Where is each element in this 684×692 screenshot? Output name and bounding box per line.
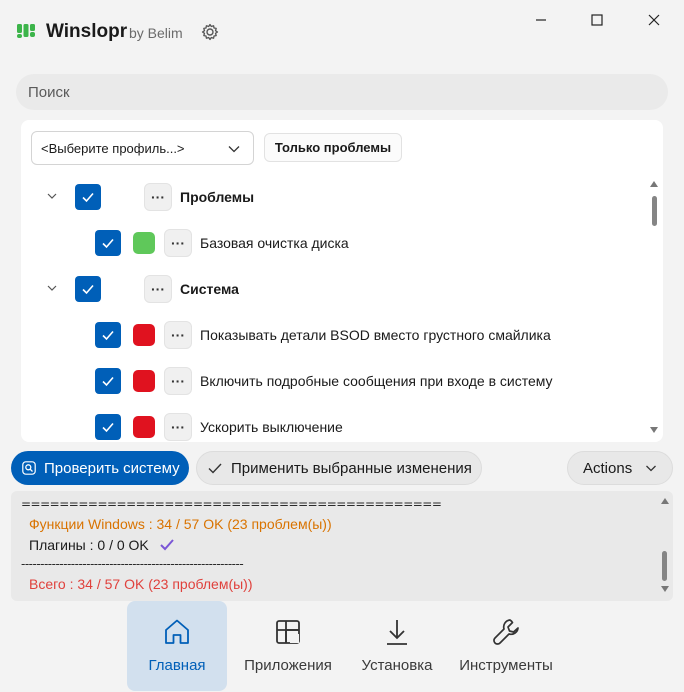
log-scrollbar[interactable] [660, 495, 670, 595]
tree-group-row[interactable]: ··· Система [21, 269, 651, 309]
scroll-down-icon[interactable] [660, 585, 670, 593]
tree-item-row[interactable]: ··· Включить подробные сообщения при вхо… [21, 361, 651, 401]
log-separator: ========================================… [21, 497, 442, 511]
item-checkbox[interactable] [95, 368, 121, 394]
search-placeholder: Поиск [28, 83, 70, 101]
more-button[interactable]: ··· [164, 413, 192, 441]
checkmark-icon [82, 284, 94, 295]
checkmark-icon [102, 376, 114, 387]
more-button[interactable]: ··· [164, 229, 192, 257]
tree-group-label: Система [180, 281, 239, 297]
checkmark-icon [82, 192, 94, 203]
checkmark-icon [102, 330, 114, 341]
tree-group-label: Проблемы [180, 189, 255, 205]
close-icon [648, 14, 660, 26]
maximize-button[interactable] [585, 8, 609, 32]
gear-icon[interactable] [200, 22, 220, 42]
item-checkbox[interactable] [95, 414, 121, 440]
checkmark-icon [102, 238, 114, 249]
checkmark-icon [102, 422, 114, 433]
tweaks-panel: <Выберите профиль...> Только проблемы ··… [21, 120, 663, 442]
more-button[interactable]: ··· [144, 183, 172, 211]
bottom-navigation: Главная Приложения Установка Инструменты [0, 601, 684, 692]
tree-item-label: Включить подробные сообщения при входе в… [200, 373, 553, 389]
nav-label: Установка [361, 657, 433, 674]
check-system-label: Проверить систему [44, 459, 180, 477]
app-logo-icon [17, 24, 35, 38]
status-indicator-problem [133, 324, 155, 346]
app-author: by Belim [129, 25, 183, 41]
nav-label: Главная [148, 657, 206, 674]
scroll-down-icon[interactable] [649, 426, 659, 434]
tree-item-label: Ускорить выключение [200, 419, 343, 435]
app-name: Winslopr [46, 21, 128, 42]
maximize-icon [591, 14, 603, 26]
actions-dropdown[interactable]: Actions [567, 451, 673, 485]
tree-group-row[interactable]: ··· Проблемы [21, 177, 651, 217]
chevron-down-icon [646, 465, 657, 472]
scroll-up-icon[interactable] [649, 180, 659, 188]
apply-changes-button[interactable]: Применить выбранные изменения [196, 451, 482, 485]
item-checkbox[interactable] [95, 230, 121, 256]
nav-item-tools[interactable]: Инструменты [456, 601, 556, 691]
apply-changes-label: Применить выбранные изменения [231, 459, 472, 477]
nav-item-apps[interactable]: Приложения [240, 601, 336, 691]
search-icon [22, 461, 36, 475]
status-indicator-problem [133, 370, 155, 392]
more-button[interactable]: ··· [164, 367, 192, 395]
minimize-button[interactable] [529, 8, 553, 32]
profile-select-value: <Выберите профиль...> [41, 140, 185, 156]
scrollbar-thumb[interactable] [652, 196, 657, 226]
download-icon [387, 620, 407, 645]
scrollbar-thumb[interactable] [662, 551, 667, 581]
title-bar: Winslopr by Belim [0, 0, 684, 62]
check-system-button[interactable]: Проверить систему [11, 451, 189, 485]
log-separator: ----------------------------------------… [21, 557, 244, 571]
checkmark-icon [208, 463, 222, 474]
more-button[interactable]: ··· [144, 275, 172, 303]
tree-item-label: Показывать детали BSOD вместо грустного … [200, 327, 551, 343]
minimize-icon [536, 19, 546, 21]
log-windows-features: Функции Windows : 34 / 57 OK (23 проблем… [29, 516, 332, 532]
log-plugins: Плагины : 0 / 0 OK [29, 537, 175, 553]
tree-item-row[interactable]: ··· Базовая очистка диска [21, 223, 651, 263]
chevron-down-icon[interactable] [45, 189, 59, 203]
log-total: Всего : 34 / 57 OK (23 проблем(ы)) [29, 576, 253, 592]
only-problems-button[interactable]: Только проблемы [264, 133, 402, 162]
nav-item-install[interactable]: Установка [355, 601, 439, 691]
group-checkbox[interactable] [75, 184, 101, 210]
tree-item-label: Базовая очистка диска [200, 235, 349, 251]
scroll-up-icon[interactable] [660, 497, 670, 505]
nav-item-home[interactable]: Главная [127, 601, 227, 691]
tree-item-row[interactable]: ··· Ускорить выключение [21, 407, 651, 442]
apps-icon [276, 620, 300, 644]
nav-label: Инструменты [459, 657, 553, 674]
tree-item-row[interactable]: ··· Показывать детали BSOD вместо грустн… [21, 315, 651, 355]
tree-scrollbar[interactable] [649, 180, 659, 438]
status-indicator-problem [133, 416, 155, 438]
more-button[interactable]: ··· [164, 321, 192, 349]
group-checkbox[interactable] [75, 276, 101, 302]
status-indicator-ok [133, 232, 155, 254]
actions-label: Actions [583, 459, 633, 477]
nav-label: Приложения [244, 657, 332, 674]
home-icon [165, 619, 189, 644]
item-checkbox[interactable] [95, 322, 121, 348]
log-output[interactable]: ========================================… [11, 491, 673, 601]
close-button[interactable] [642, 8, 666, 32]
log-plugins-text: Плагины : 0 / 0 OK [29, 537, 149, 553]
profile-select[interactable]: <Выберите профиль...> [31, 131, 254, 165]
search-input[interactable]: Поиск [16, 74, 668, 110]
checkmark-icon [159, 539, 174, 551]
chevron-down-icon[interactable] [45, 281, 59, 295]
wrench-icon [493, 619, 519, 645]
chevron-down-icon [228, 146, 240, 153]
